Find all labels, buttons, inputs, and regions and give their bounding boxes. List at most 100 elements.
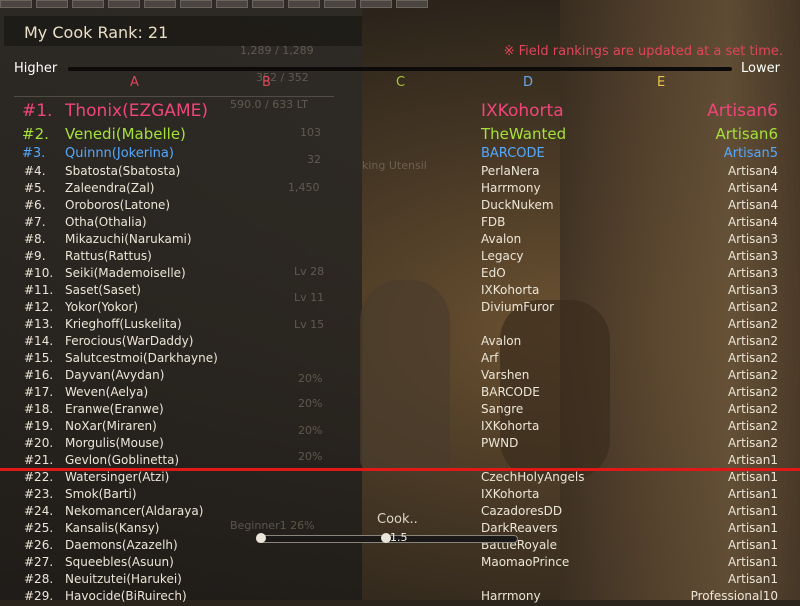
guild-name: TheWanted <box>481 125 567 143</box>
guild-name: IXKohorta <box>481 283 540 297</box>
guild-name: Avalon <box>481 334 522 348</box>
cook-title: Artisan2 <box>727 419 778 433</box>
ranking-update-notice: ※ Field rankings are updated at a set ti… <box>503 44 783 59</box>
rank-number: #1. <box>22 101 53 121</box>
player-name: Nekomancer(Aldaraya) <box>65 504 204 518</box>
cook-title: Artisan2 <box>727 402 778 416</box>
rank-scale-bar <box>68 67 732 71</box>
guild-name: CazadoresDD <box>481 504 563 518</box>
rank-number: #22. <box>24 470 54 484</box>
ranking-row: #15. Salutcestmoi(Darkhayne) Arf Artisan2 <box>0 351 800 368</box>
ranking-row: #16. Dayvan(Avydan) Varshen Artisan2 <box>0 368 800 385</box>
rank-number: #26. <box>24 538 54 552</box>
guild-name: IXKohorta <box>481 487 540 501</box>
cook-title: Artisan2 <box>727 436 778 450</box>
ranking-row: #4. Sbatosta(Sbatosta) PerlaNera Artisan4 <box>0 164 800 181</box>
player-name: Yokor(Yokor) <box>65 300 139 314</box>
cook-title: Artisan3 <box>727 283 778 297</box>
ranking-row: #14. Ferocious(WarDaddy) Avalon Artisan2 <box>0 334 800 351</box>
player-name: Krieghoff(Luskelita) <box>65 317 182 331</box>
guild-name: CzechHolyAngels <box>481 470 585 484</box>
ranking-row: #1. Thonix(EZGAME) IXKohorta Artisan6 <box>0 101 800 125</box>
player-name: Mikazuchi(Narukami) <box>65 232 192 246</box>
ranking-row: #10. Seiki(Mademoiselle) EdO Artisan3 <box>0 266 800 283</box>
player-name: Zaleendra(Zal) <box>65 181 155 195</box>
guild-name: DarkReavers <box>481 521 558 535</box>
cook-title: Artisan4 <box>727 181 778 195</box>
guild-name: Varshen <box>481 368 530 382</box>
cook-title: Artisan2 <box>727 334 778 348</box>
grade-c-label: C <box>396 75 406 90</box>
guild-name: MaomaoPrince <box>481 555 570 569</box>
ranking-row: #20. Morgulis(Mouse) PWND Artisan2 <box>0 436 800 453</box>
ranking-row: #6. Oroboros(Latone) DuckNukem Artisan4 <box>0 198 800 215</box>
guild-name: IXKohorta <box>481 101 564 121</box>
cook-progress-start-knob <box>256 533 266 543</box>
grade-a-label: A <box>130 75 139 90</box>
cook-ranking-overlay: My Cook Rank: 21 ※ Field rankings are up… <box>0 0 800 603</box>
rank-number: #20. <box>24 436 54 450</box>
player-name: Quinnn(Jokerina) <box>65 146 174 161</box>
player-name: Saset(Saset) <box>65 283 141 297</box>
rank-number: #24. <box>24 504 54 518</box>
rank-number: #27. <box>24 555 54 569</box>
player-rank-marker <box>0 468 800 471</box>
cook-title: Artisan1 <box>727 487 778 501</box>
rank-number: #4. <box>24 164 46 178</box>
cook-title: Artisan1 <box>727 453 778 467</box>
player-name: Neuitzutei(Harukei) <box>65 572 182 586</box>
ranking-row: #8. Mikazuchi(Narukami) Avalon Artisan3 <box>0 232 800 249</box>
rank-number: #7. <box>24 215 46 229</box>
rank-number: #5. <box>24 181 46 195</box>
cook-title: Artisan4 <box>727 215 778 229</box>
player-name: Venedi(Mabelle) <box>65 125 186 143</box>
cook-title: Professional10 <box>690 589 778 603</box>
guild-name: FDB <box>481 215 506 229</box>
ranking-row: #22. Watersinger(Atzi) CzechHolyAngels Arti… <box>0 470 800 487</box>
guild-name: DiviumFuror <box>481 300 555 314</box>
lower-label: Lower <box>741 61 780 76</box>
ranking-row: #7. Otha(Othalia) FDB Artisan4 <box>0 215 800 232</box>
cook-title: Artisan4 <box>727 164 778 178</box>
rank-number: #13. <box>24 317 54 331</box>
cook-title: Artisan1 <box>727 504 778 518</box>
player-name: Salutcestmoi(Darkhayne) <box>65 351 218 365</box>
guild-name: EdO <box>481 266 506 280</box>
my-cook-rank: My Cook Rank: 21 <box>24 23 169 42</box>
guild-name: Legacy <box>481 249 524 263</box>
ranking-row: #23. Smok(Barti) IXKohorta Artisan1 <box>0 487 800 504</box>
player-name: Weven(Aelya) <box>65 385 149 399</box>
rank-number: #23. <box>24 487 54 501</box>
guild-name: PWND <box>481 436 519 450</box>
guild-name: Harrmony <box>481 589 541 603</box>
rank-number: #16. <box>24 368 54 382</box>
player-name: Kansalis(Kansy) <box>65 521 160 535</box>
rank-number: #18. <box>24 402 54 416</box>
grade-b-label: B <box>262 75 271 90</box>
guild-name: IXKohorta <box>481 419 540 433</box>
rank-number: #2. <box>22 125 49 143</box>
player-name: NoXar(Miraren) <box>65 419 157 433</box>
guild-name: Harrmony <box>481 181 541 195</box>
higher-label: Higher <box>14 61 58 76</box>
cook-progress-value: 1.5 <box>390 531 408 544</box>
rank-number: #11. <box>24 283 54 297</box>
ranking-row: #12. Yokor(Yokor) DiviumFuror Artisan2 <box>0 300 800 317</box>
ranking-row: #5. Zaleendra(Zal) Harrmony Artisan4 <box>0 181 800 198</box>
ranking-row: #27. Squeebles(Asuun) MaomaoPrince Artisan1 <box>0 555 800 572</box>
ranking-row: #2. Venedi(Mabelle) TheWanted Artisan6 <box>0 125 800 145</box>
cook-title: Artisan2 <box>727 368 778 382</box>
player-name: Otha(Othalia) <box>65 215 147 229</box>
rank-number: #14. <box>24 334 54 348</box>
player-name: Gevlon(Goblinetta) <box>65 453 180 467</box>
rank-number: #6. <box>24 198 46 212</box>
cook-title: Artisan5 <box>723 146 778 161</box>
rank-number: #3. <box>22 146 46 161</box>
player-name: Daemons(Azazelh) <box>65 538 178 552</box>
guild-name: BARCODE <box>481 146 545 161</box>
rank-number: #29. <box>24 589 54 603</box>
ranking-row: #9. Rattus(Rattus) Legacy Artisan3 <box>0 249 800 266</box>
guild-name: BARCODE <box>481 385 540 399</box>
cook-title: Artisan1 <box>727 555 778 569</box>
cook-title: Artisan1 <box>727 470 778 484</box>
